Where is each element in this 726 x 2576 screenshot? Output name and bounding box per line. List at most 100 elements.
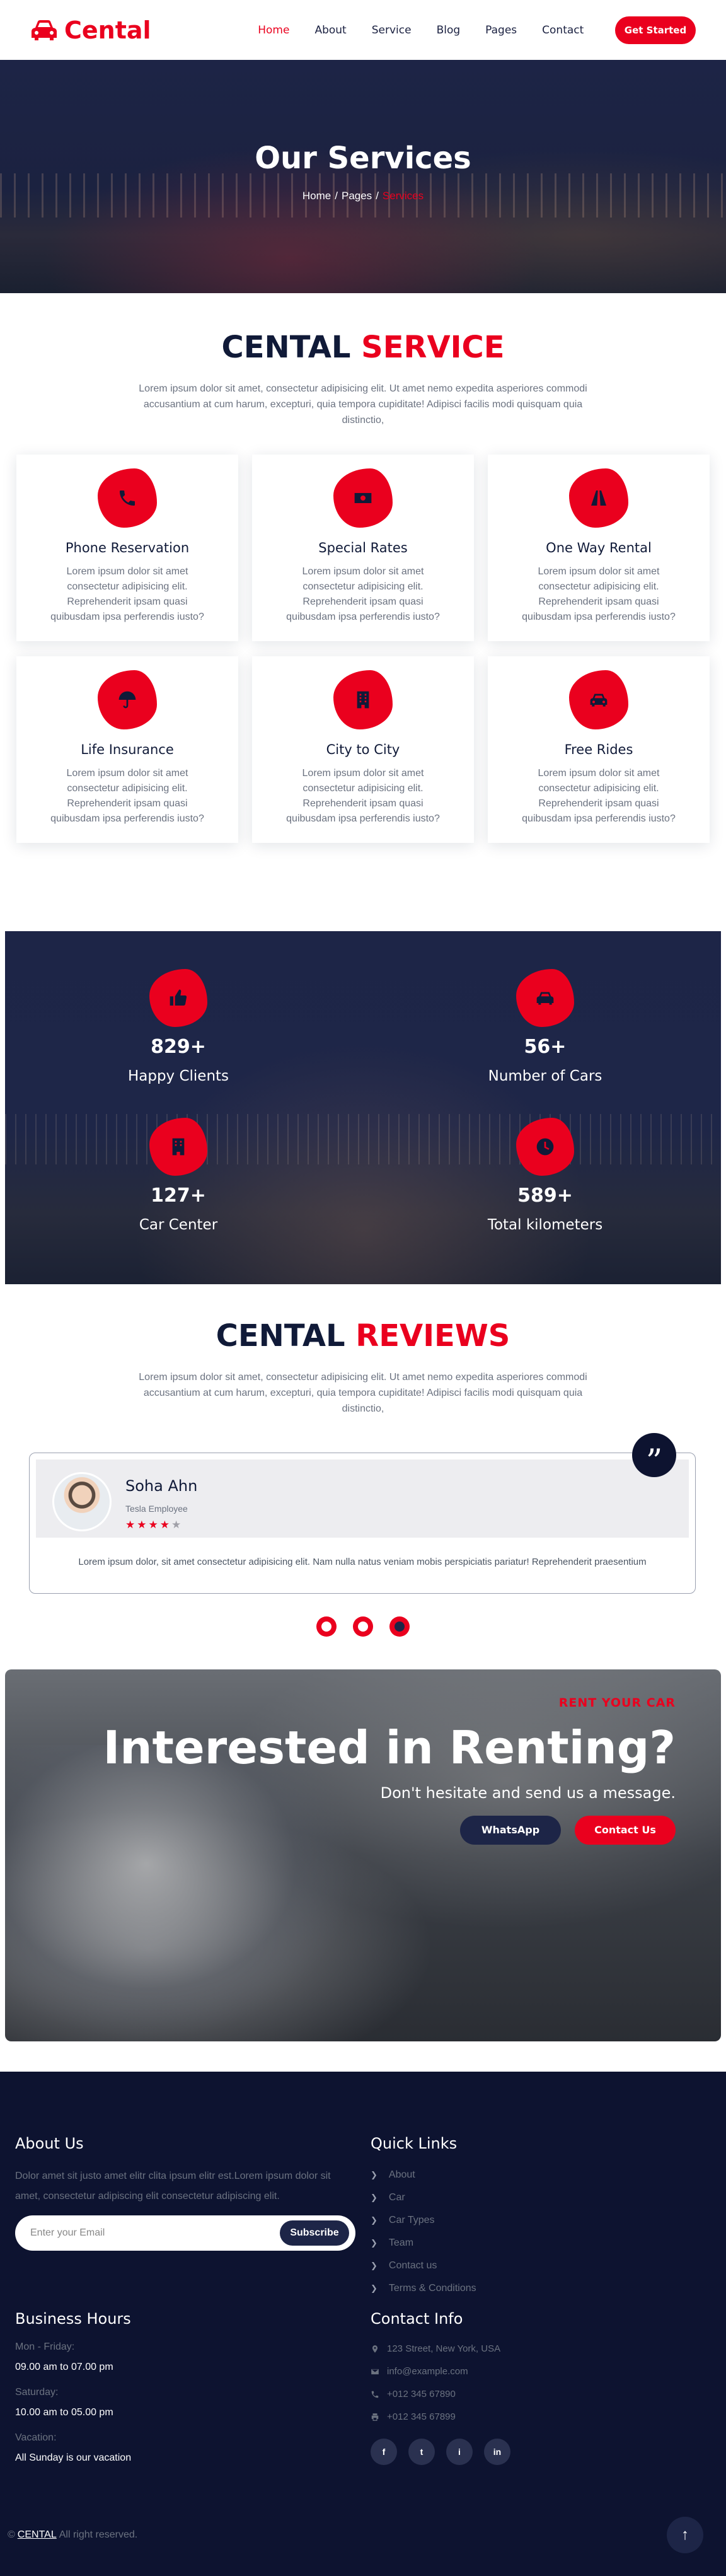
star-filled-icon: ★ bbox=[137, 1518, 149, 1531]
star-rating: ★★★★★ bbox=[125, 1519, 197, 1531]
reviewer-name: Soha Ahn bbox=[125, 1477, 198, 1495]
subscribe-form: Subscribe bbox=[15, 2215, 355, 2251]
whatsapp-button[interactable]: WhatsApp bbox=[460, 1815, 561, 1845]
hours-value: 10.00 am to 05.00 pm bbox=[15, 2406, 113, 2418]
linkedin-icon[interactable]: in bbox=[484, 2438, 510, 2465]
hours-value: All Sunday is our vacation bbox=[15, 2452, 132, 2463]
chevron-right-icon: ❯ bbox=[371, 2215, 377, 2225]
nav-link-pages[interactable]: Pages bbox=[485, 24, 517, 37]
service-card: Special Rates Lorem ipsum dolor sit amet… bbox=[252, 455, 474, 642]
service-grid: Phone Reservation Lorem ipsum dolor sit … bbox=[16, 455, 726, 844]
rent-title: Interested in Renting? bbox=[103, 1720, 676, 1774]
page-title: Our Services bbox=[255, 141, 471, 176]
hours-value: 09.00 am to 07.00 pm bbox=[15, 2361, 113, 2372]
services-heading-main: CENTAL bbox=[221, 330, 351, 365]
service-card: City to City Lorem ipsum dolor sit amet … bbox=[252, 656, 474, 844]
brand-logo[interactable]: Cental bbox=[30, 16, 151, 44]
carousel-dot[interactable] bbox=[353, 1616, 373, 1637]
service-card: Life Insurance Lorem ipsum dolor sit ame… bbox=[16, 656, 238, 844]
social-links: f t i in bbox=[371, 2438, 510, 2465]
page-hero: Our Services Home / Pages / Services bbox=[0, 60, 726, 293]
footer-about-title: About Us bbox=[15, 2134, 84, 2152]
phone-icon bbox=[371, 2391, 379, 2398]
counter-item: 56+ Number of Cars bbox=[444, 969, 646, 1084]
subscribe-button[interactable]: Subscribe bbox=[280, 2220, 349, 2246]
nav-link-contact[interactable]: Contact bbox=[542, 24, 584, 37]
carousel-dot[interactable] bbox=[316, 1616, 337, 1637]
business-hours-title: Business Hours bbox=[15, 2309, 131, 2328]
rent-tag: RENT YOUR CAR bbox=[558, 1695, 676, 1710]
counter-label: Number of Cars bbox=[488, 1068, 602, 1085]
carousel-dots bbox=[0, 1616, 726, 1637]
instagram-icon[interactable]: i bbox=[446, 2438, 473, 2465]
star-filled-icon: ★ bbox=[159, 1518, 171, 1531]
chevron-right-icon: ❯ bbox=[371, 2169, 377, 2179]
reviewer-role: Tesla Employee bbox=[125, 1503, 188, 1514]
rent-banner: RENT YOUR CAR Interested in Renting? Don… bbox=[5, 1669, 721, 2041]
nav-links: Home About Service Blog Pages Contact bbox=[182, 24, 584, 37]
rent-subtitle: Don't hesitate and send us a message. bbox=[380, 1784, 676, 1802]
reviews-heading-main: CENTAL bbox=[216, 1318, 345, 1354]
quick-link[interactable]: ❯ Terms & Conditions bbox=[371, 2277, 476, 2300]
road-icon bbox=[569, 468, 628, 528]
service-card: One Way Rental Lorem ipsum dolor sit ame… bbox=[488, 455, 710, 642]
quick-link[interactable]: ❯ Team bbox=[371, 2232, 476, 2254]
facebook-icon[interactable]: f bbox=[371, 2438, 397, 2465]
counter-value: 829+ bbox=[151, 1036, 206, 1059]
quick-links-title: Quick Links bbox=[371, 2134, 458, 2152]
twitter-icon[interactable]: t bbox=[408, 2438, 435, 2465]
breadcrumb-home[interactable]: Home bbox=[302, 190, 331, 202]
hours-label: Vacation: bbox=[15, 2432, 57, 2443]
quote-icon: ” bbox=[632, 1432, 676, 1478]
reviews-heading: CENTAL REVIEWS bbox=[0, 1318, 726, 1354]
quick-link[interactable]: ❯ Car bbox=[371, 2186, 476, 2209]
counter-value: 127+ bbox=[151, 1185, 206, 1207]
email-input[interactable] bbox=[30, 2227, 280, 2239]
contact-info-title: Contact Info bbox=[371, 2309, 463, 2328]
quick-link[interactable]: ❯ About bbox=[371, 2164, 476, 2186]
review-header: Soha Ahn Tesla Employee ★★★★★ bbox=[36, 1459, 689, 1538]
envelope-icon bbox=[371, 2369, 379, 2374]
nav-link-blog[interactable]: Blog bbox=[437, 24, 461, 37]
copyright-brand-link[interactable]: CENTAL bbox=[18, 2529, 57, 2541]
service-text: Lorem ipsum dolor sit amet consectetur a… bbox=[522, 566, 676, 623]
service-title: Special Rates bbox=[318, 540, 408, 556]
chevron-right-icon: ❯ bbox=[371, 2192, 377, 2202]
services-heading-accent: SERVICE bbox=[361, 330, 505, 365]
footer-about-text: Dolor amet sit justo amet elitr clita ip… bbox=[15, 2170, 331, 2202]
get-started-button[interactable]: Get Started bbox=[615, 16, 696, 44]
counter-label: Total kilometers bbox=[487, 1217, 603, 1234]
quick-link[interactable]: ❯ Car Types bbox=[371, 2209, 476, 2232]
print-icon bbox=[371, 2413, 379, 2421]
umbrella-icon bbox=[98, 670, 157, 730]
service-title: Free Rides bbox=[564, 742, 633, 758]
contact-address: 123 Street, New York, USA bbox=[371, 2338, 510, 2360]
phone-icon bbox=[98, 468, 157, 528]
star-filled-icon: ★ bbox=[125, 1518, 137, 1531]
footer-quick-links: Quick Links ❯ About ❯ Car ❯ Car Types ❯ Team… bbox=[371, 2135, 476, 2300]
arrow-up-icon: ↑ bbox=[681, 2526, 689, 2543]
breadcrumb-pages[interactable]: Pages bbox=[342, 190, 372, 202]
nav-link-home[interactable]: Home bbox=[258, 24, 289, 37]
chevron-right-icon: ❯ bbox=[371, 2237, 377, 2248]
contact-phone[interactable]: +012 345 67890 bbox=[371, 2383, 510, 2406]
carousel-dot[interactable] bbox=[389, 1616, 410, 1637]
nav-link-about[interactable]: About bbox=[314, 24, 346, 37]
contact-email[interactable]: info@example.com bbox=[371, 2360, 510, 2383]
reviews-section: CENTAL REVIEWS Lorem ipsum dolor sit ame… bbox=[0, 1284, 726, 1637]
contact-us-button[interactable]: Contact Us bbox=[575, 1815, 676, 1845]
breadcrumb: Home / Pages / Services bbox=[302, 190, 424, 202]
review-text: Lorem ipsum dolor, sit amet consectetur … bbox=[78, 1556, 647, 1567]
building-icon bbox=[333, 670, 393, 730]
review-card: ” Soha Ahn Tesla Employee ★★★★★ Lorem ip… bbox=[29, 1432, 696, 1594]
services-description: Lorem ipsum dolor sit amet, consectetur … bbox=[139, 383, 587, 426]
services-section: CENTAL SERVICE Lorem ipsum dolor sit ame… bbox=[0, 293, 726, 844]
building-icon bbox=[149, 1118, 207, 1176]
quick-link[interactable]: ❯ Contact us bbox=[371, 2254, 476, 2277]
nav-link-service[interactable]: Service bbox=[372, 24, 412, 37]
back-to-top-button[interactable]: ↑ bbox=[667, 2516, 703, 2553]
chevron-right-icon: ❯ bbox=[371, 2260, 377, 2270]
star-empty-icon: ★ bbox=[171, 1518, 183, 1531]
counter-item: 589+ Total kilometers bbox=[444, 1118, 646, 1233]
copyright-text: All right reserved. bbox=[59, 2529, 138, 2540]
